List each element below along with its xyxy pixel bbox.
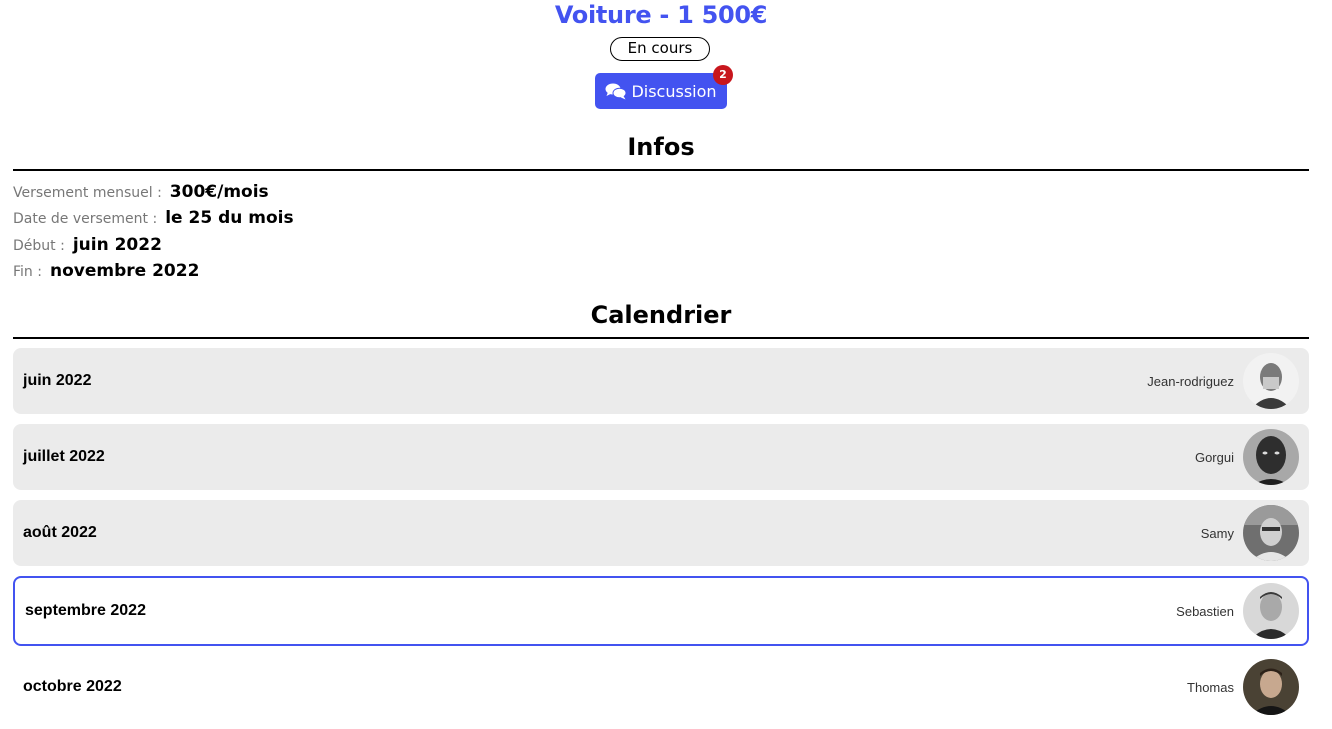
info-value: novembre 2022 xyxy=(49,261,200,281)
calendar-row[interactable]: juillet 2022 Gorgui xyxy=(13,424,1309,490)
beneficiary-name: Samy xyxy=(1200,525,1234,541)
infos-title: Infos xyxy=(627,133,695,161)
comments-icon xyxy=(605,82,627,100)
calendar-divider xyxy=(13,337,1309,339)
info-payment-date: Date de versement : le 25 du mois xyxy=(13,208,294,228)
calendar-beneficiary: Sebastien xyxy=(1176,583,1299,639)
info-value: juin 2022 xyxy=(72,235,162,255)
calendar-month: septembre 2022 xyxy=(25,602,146,619)
calendar-row-current[interactable]: septembre 2022 Sebastien xyxy=(13,576,1309,646)
info-label: Fin : xyxy=(13,264,42,280)
calendar-beneficiary: Thomas xyxy=(1187,659,1299,715)
calendar-month: juin 2022 xyxy=(23,372,92,389)
info-end: Fin : novembre 2022 xyxy=(13,261,199,281)
calendar-row[interactable]: août 2022 Samy xyxy=(13,500,1309,566)
info-value: le 25 du mois xyxy=(165,208,294,228)
info-start: Début : juin 2022 xyxy=(13,235,162,255)
page-title: Voiture - 1 500€ xyxy=(554,1,768,29)
calendar-month: octobre 2022 xyxy=(23,678,122,695)
info-label: Date de versement : xyxy=(13,211,158,227)
discussion-button[interactable]: Discussion 2 xyxy=(595,65,733,109)
discussion-label: Discussion xyxy=(631,81,717,101)
info-value: 300€/mois xyxy=(169,182,269,202)
avatar xyxy=(1243,659,1299,715)
calendar-title: Calendrier xyxy=(590,301,732,329)
calendar-month: juillet 2022 xyxy=(23,448,105,465)
info-monthly-payment: Versement mensuel : 300€/mois xyxy=(13,182,269,202)
avatar xyxy=(1243,353,1299,409)
calendar-row[interactable]: juin 2022 Jean-rodriguez xyxy=(13,348,1309,414)
avatar xyxy=(1243,429,1299,485)
avatar xyxy=(1243,505,1299,561)
status-badge: En cours xyxy=(610,37,710,61)
beneficiary-name: Gorgui xyxy=(1194,449,1234,465)
info-label: Versement mensuel : xyxy=(13,185,162,201)
calendar-beneficiary: Gorgui xyxy=(1195,429,1299,485)
calendar-month: août 2022 xyxy=(23,524,97,541)
beneficiary-name: Jean-rodriguez xyxy=(1147,373,1234,389)
beneficiary-name: Thomas xyxy=(1187,679,1234,695)
notification-badge: 2 xyxy=(713,65,733,85)
avatar xyxy=(1243,583,1299,639)
infos-divider xyxy=(13,169,1309,171)
calendar-beneficiary: Samy xyxy=(1201,505,1299,561)
beneficiary-name: Sebastien xyxy=(1176,603,1234,619)
calendar-row[interactable]: octobre 2022 Thomas xyxy=(13,654,1309,720)
page: Voiture - 1 500€ En cours Discussion 2 I… xyxy=(0,0,1332,729)
calendar-beneficiary: Jean-rodriguez xyxy=(1147,353,1299,409)
info-label: Début : xyxy=(13,238,65,254)
